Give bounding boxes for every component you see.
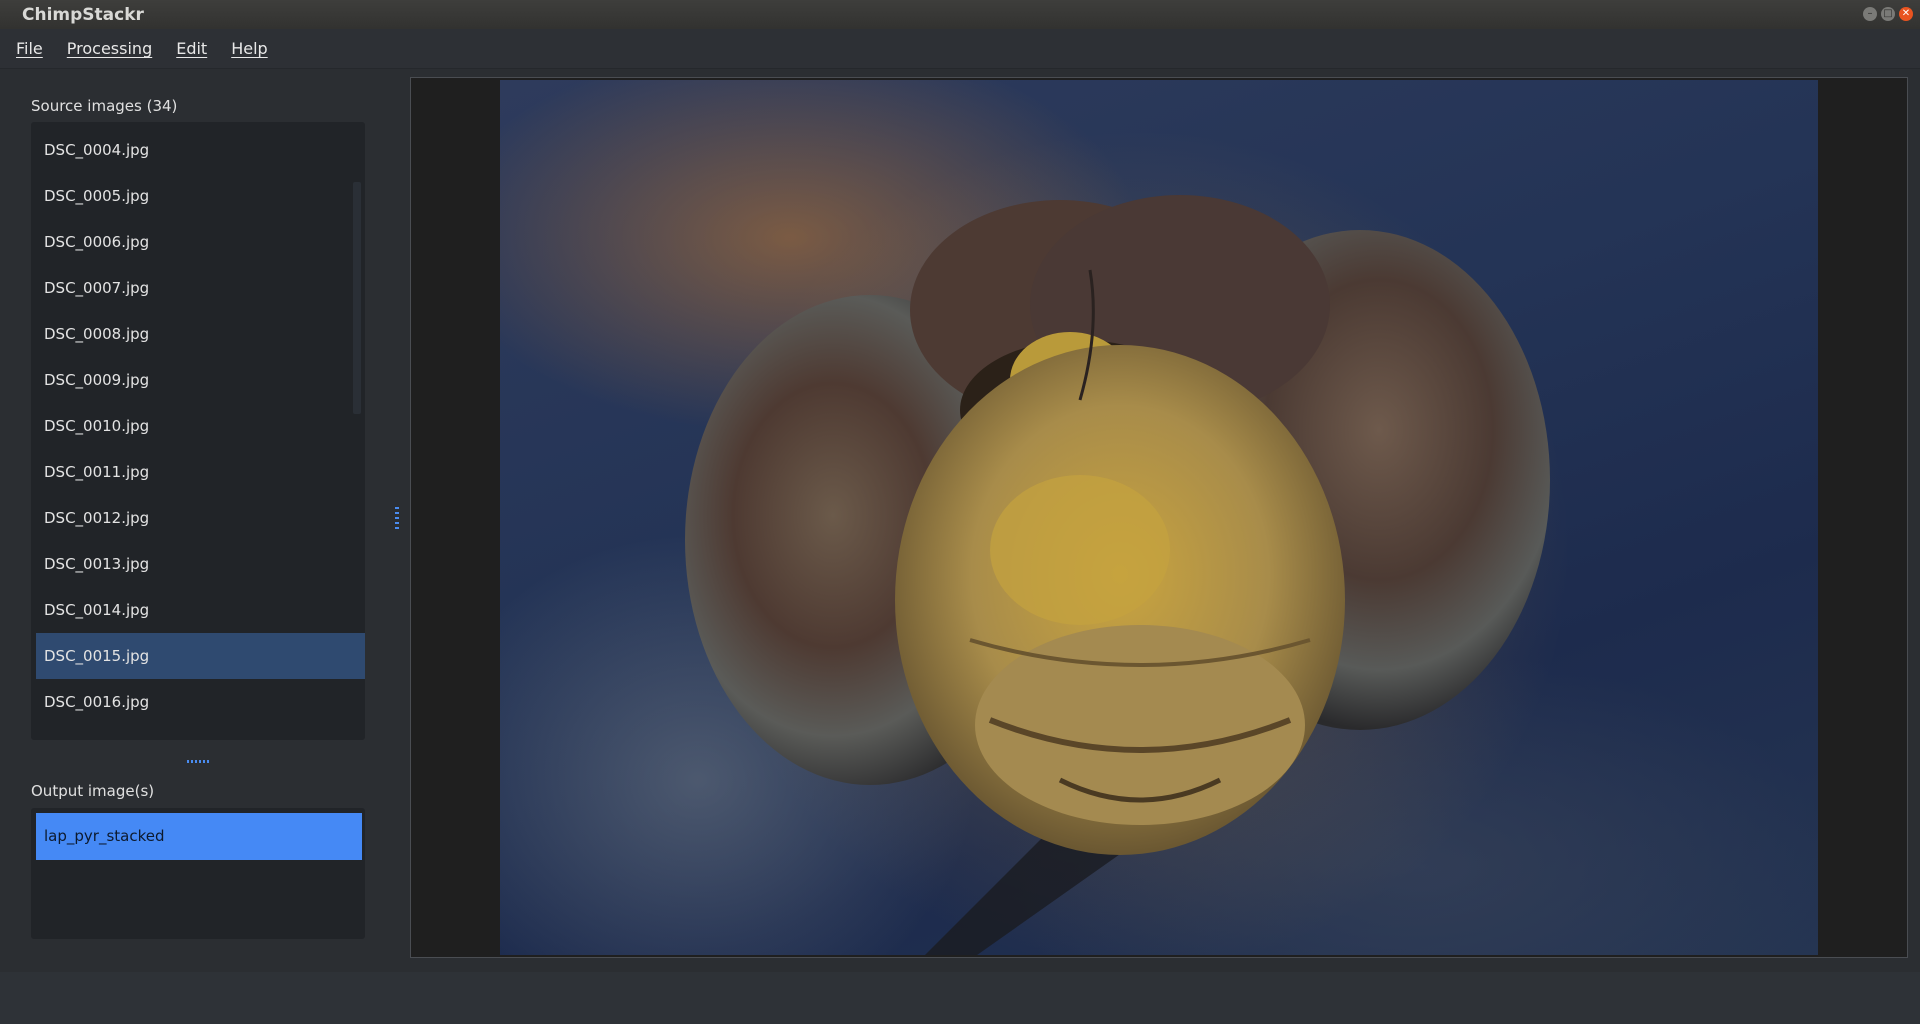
- menu-bar: File Processing Edit Help: [0, 29, 1920, 69]
- file-item[interactable]: DSC_0005.jpg: [36, 173, 365, 219]
- output-images-label: Output image(s): [31, 782, 155, 800]
- stacked-image-preview: [500, 80, 1818, 955]
- close-icon[interactable]: ✕: [1899, 7, 1913, 21]
- window-controls: – □ ✕: [1863, 7, 1913, 21]
- minimize-icon[interactable]: –: [1863, 7, 1877, 21]
- status-bar: [0, 972, 1920, 1024]
- source-images-label: Source images (34): [31, 97, 178, 115]
- dragonfly-head-image: [685, 130, 1570, 955]
- output-images-list[interactable]: lap_pyr_stacked: [31, 808, 365, 939]
- maximize-icon[interactable]: □: [1881, 7, 1895, 21]
- file-item[interactable]: DSC_0015.jpg: [36, 633, 365, 679]
- file-item[interactable]: DSC_0012.jpg: [36, 495, 365, 541]
- title-bar: ChimpStackr – □ ✕: [0, 0, 1920, 29]
- horizontal-splitter-handle[interactable]: [187, 760, 209, 763]
- window-title: ChimpStackr: [22, 4, 144, 25]
- source-list-scrollbar[interactable]: [353, 182, 361, 414]
- menu-file[interactable]: File: [16, 39, 43, 58]
- menu-help[interactable]: Help: [231, 39, 267, 58]
- file-item[interactable]: DSC_0011.jpg: [36, 449, 365, 495]
- menu-processing[interactable]: Processing: [67, 39, 152, 58]
- file-item[interactable]: DSC_0010.jpg: [36, 403, 365, 449]
- output-item-lap-pyr-stacked[interactable]: lap_pyr_stacked: [36, 813, 362, 860]
- source-images-list[interactable]: DSC_0004.jpg DSC_0005.jpg DSC_0006.jpg DSC_…: [31, 122, 365, 740]
- file-list: DSC_0004.jpg DSC_0005.jpg DSC_0006.jpg DSC_…: [36, 127, 365, 725]
- file-item[interactable]: DSC_0016.jpg: [36, 679, 365, 725]
- file-item[interactable]: DSC_0004.jpg: [36, 127, 365, 173]
- file-item[interactable]: DSC_0013.jpg: [36, 541, 365, 587]
- vertical-splitter-handle[interactable]: [395, 507, 399, 529]
- image-viewer[interactable]: [410, 77, 1908, 958]
- file-item[interactable]: DSC_0007.jpg: [36, 265, 365, 311]
- file-item[interactable]: DSC_0014.jpg: [36, 587, 365, 633]
- menu-edit[interactable]: Edit: [176, 39, 207, 58]
- file-item[interactable]: DSC_0009.jpg: [36, 357, 365, 403]
- file-item[interactable]: DSC_0008.jpg: [36, 311, 365, 357]
- file-item[interactable]: DSC_0006.jpg: [36, 219, 365, 265]
